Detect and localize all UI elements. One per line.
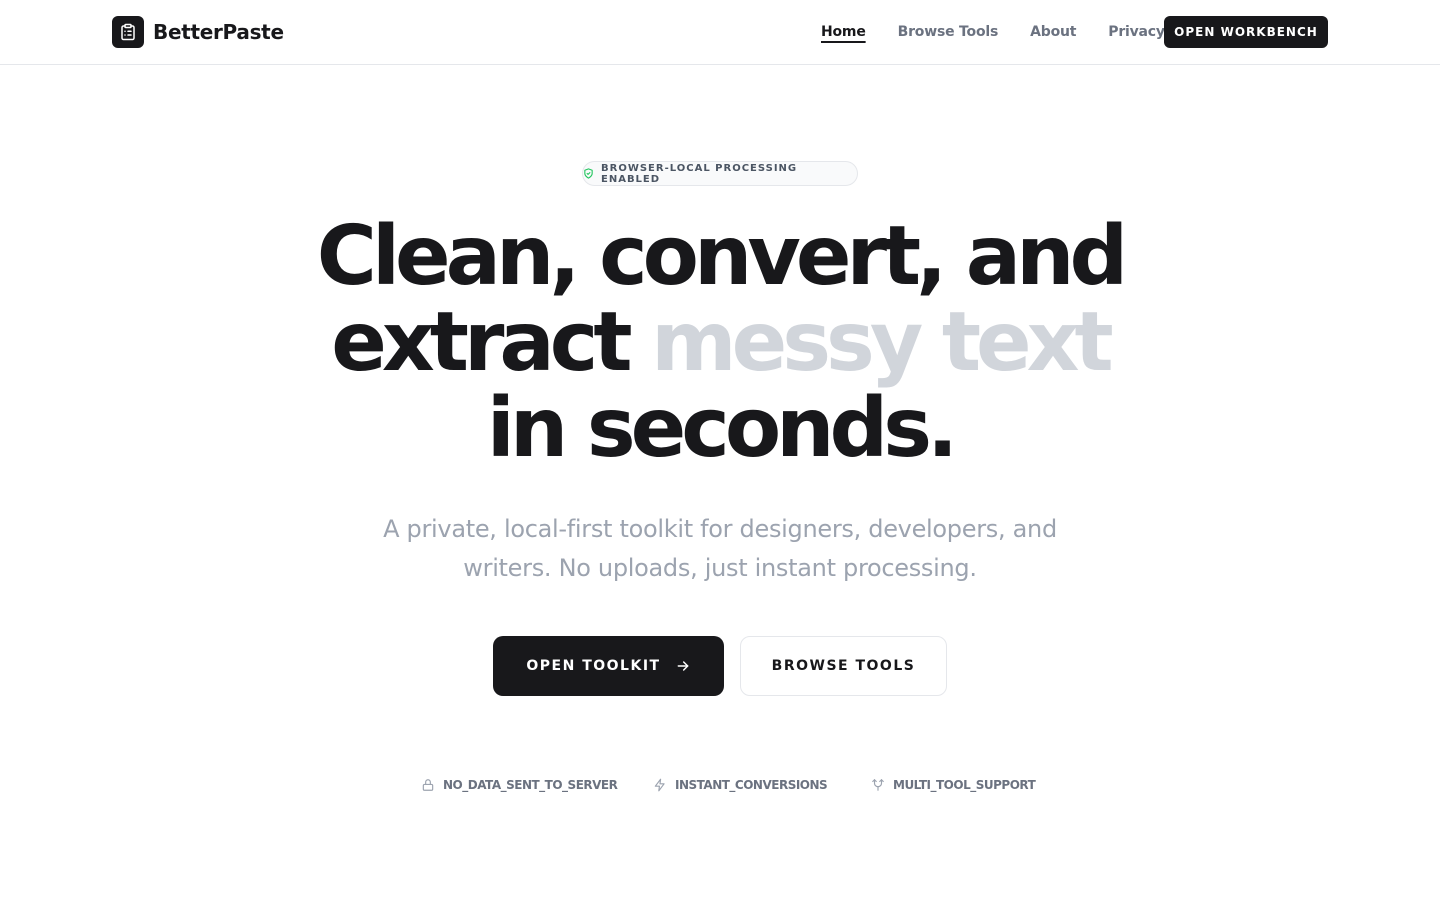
feature-multi-tool: MULTI_TOOL_SUPPORT bbox=[871, 775, 1036, 795]
status-badge: BROWSER-LOCAL PROCESSING ENABLED bbox=[582, 161, 858, 186]
brand-name: BetterPaste bbox=[153, 20, 284, 44]
open-workbench-button[interactable]: OPEN WORKBENCH bbox=[1164, 16, 1328, 48]
nav-link-about[interactable]: About bbox=[1030, 24, 1076, 40]
feature-label: NO_DATA_SENT_TO_SERVER bbox=[443, 778, 618, 792]
feature-no-data: NO_DATA_SENT_TO_SERVER bbox=[421, 775, 618, 795]
top-navbar: BetterPaste Home Browse Tools About Priv… bbox=[0, 0, 1440, 65]
feature-label: INSTANT_CONVERSIONS bbox=[675, 778, 828, 792]
nav-link-privacy[interactable]: Privacy bbox=[1108, 24, 1165, 40]
clipboard-icon bbox=[112, 16, 144, 48]
headline-line-2-muted: messy text bbox=[651, 295, 1114, 390]
lightning-icon bbox=[653, 778, 667, 792]
feature-label: MULTI_TOOL_SUPPORT bbox=[893, 778, 1036, 792]
arrow-right-icon bbox=[675, 658, 691, 674]
headline-line-1: Clean, convert, and bbox=[316, 209, 1128, 304]
branch-icon bbox=[871, 778, 885, 792]
brand[interactable]: BetterPaste bbox=[112, 16, 284, 48]
main-nav: Home Browse Tools About Privacy bbox=[821, 0, 1197, 64]
hero-subtitle: A private, local-first toolkit for desig… bbox=[383, 515, 1057, 582]
shield-check-icon bbox=[583, 168, 594, 179]
lock-icon bbox=[421, 778, 435, 792]
nav-link-home[interactable]: Home bbox=[821, 24, 866, 40]
hero-headline: Clean, convert, and extract messy text i… bbox=[220, 214, 1220, 472]
feature-instant: INSTANT_CONVERSIONS bbox=[653, 775, 828, 795]
open-toolkit-label: OPEN TOOLKIT bbox=[526, 658, 661, 674]
browse-tools-button[interactable]: BROWSE TOOLS bbox=[740, 636, 947, 696]
headline-line-2-dark: extract bbox=[331, 295, 632, 390]
headline-line-3: in seconds. bbox=[486, 381, 958, 476]
open-toolkit-button[interactable]: OPEN TOOLKIT bbox=[493, 636, 724, 696]
nav-link-browse-tools[interactable]: Browse Tools bbox=[898, 24, 999, 40]
badge-label: BROWSER-LOCAL PROCESSING ENABLED bbox=[601, 162, 798, 185]
